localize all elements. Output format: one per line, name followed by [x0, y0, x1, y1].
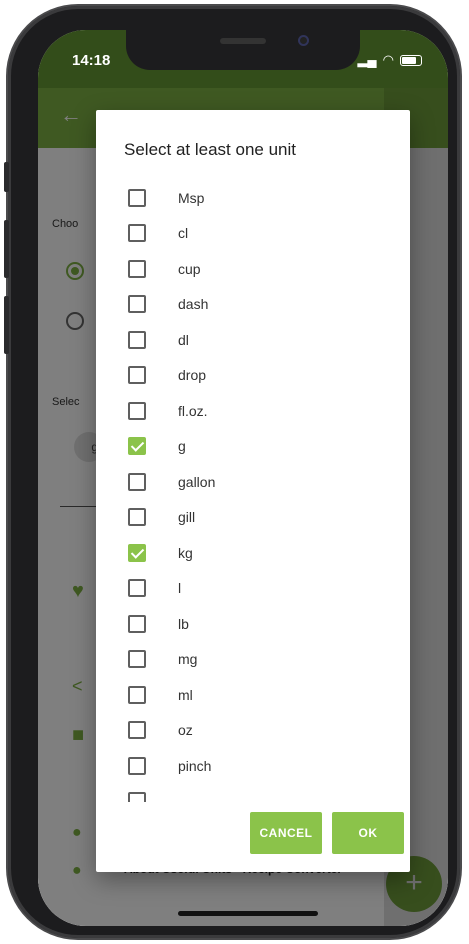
unit-checkbox[interactable] — [128, 401, 146, 420]
dialog-title: Select at least one unit — [124, 140, 297, 159]
unit-checkbox[interactable] — [128, 721, 146, 740]
ok-button[interactable]: OK — [332, 812, 404, 854]
unit-checkbox[interactable] — [128, 224, 146, 243]
unit-label: cl — [178, 225, 189, 242]
volume-up-button — [4, 220, 9, 278]
select-units-dialog: Select at least one unit Msp cl cup dash dl d… — [96, 110, 410, 872]
unit-row[interactable]: kg — [96, 535, 410, 571]
unit-checkbox[interactable] — [128, 650, 146, 669]
unit-checkbox[interactable] — [128, 614, 146, 633]
unit-label: ml — [178, 686, 193, 703]
unit-checkbox[interactable] — [128, 756, 146, 775]
unit-list[interactable]: Msp cl cup dash dl drop fl.oz. g gallon gill kg l lb… — [96, 180, 410, 802]
unit-label: cup — [178, 260, 201, 277]
unit-label: gill — [178, 509, 196, 526]
unit-row[interactable]: dash — [96, 287, 410, 323]
notch — [126, 30, 360, 70]
front-camera — [298, 35, 309, 46]
unit-label: kg — [178, 544, 193, 561]
unit-checkbox[interactable] — [128, 295, 146, 314]
screen: Choo Selec g ♥ < ■ ● ● About Useful Unit… — [38, 30, 448, 926]
unit-checkbox[interactable] — [128, 437, 146, 456]
unit-checkbox[interactable] — [128, 259, 146, 278]
unit-label: oz — [178, 722, 193, 739]
unit-row[interactable]: pinch — [96, 748, 410, 784]
unit-row[interactable]: gill — [96, 500, 410, 536]
unit-checkbox[interactable] — [128, 508, 146, 527]
unit-checkbox[interactable] — [128, 366, 146, 385]
phone-frame: Choo Selec g ♥ < ■ ● ● About Useful Unit… — [4, 6, 460, 938]
unit-checkbox[interactable] — [128, 330, 146, 349]
unit-checkbox[interactable] — [128, 472, 146, 491]
speaker-grille — [220, 38, 266, 44]
unit-label: gallon — [178, 473, 216, 490]
unit-checkbox[interactable] — [128, 188, 146, 207]
unit-row[interactable]: g — [96, 429, 410, 465]
unit-row[interactable] — [96, 784, 410, 802]
unit-row[interactable]: Msp — [96, 180, 410, 216]
unit-row[interactable]: oz — [96, 713, 410, 749]
battery-icon — [400, 54, 422, 66]
unit-label: mg — [178, 651, 198, 668]
unit-row[interactable]: drop — [96, 358, 410, 394]
unit-row[interactable]: l — [96, 571, 410, 607]
unit-row[interactable]: gallon — [96, 464, 410, 500]
unit-row[interactable]: dl — [96, 322, 410, 358]
unit-label: lb — [178, 615, 189, 632]
volume-down-button — [4, 296, 9, 354]
status-time: 14:18 — [72, 52, 111, 69]
unit-row[interactable]: lb — [96, 606, 410, 642]
mute-switch — [4, 162, 9, 192]
unit-label: drop — [178, 367, 207, 384]
unit-label: l — [178, 580, 182, 597]
unit-label: Msp — [178, 189, 205, 206]
unit-checkbox[interactable] — [128, 543, 146, 562]
unit-row[interactable]: ml — [96, 677, 410, 713]
unit-checkbox[interactable] — [128, 792, 146, 802]
unit-label: fl.oz. — [178, 402, 208, 419]
signal-icon: ▂▄ — [357, 52, 377, 67]
unit-checkbox[interactable] — [128, 685, 146, 704]
wifi-icon: ◠ — [382, 52, 394, 67]
unit-row[interactable]: cup — [96, 251, 410, 287]
unit-label: dl — [178, 331, 189, 348]
unit-label: g — [178, 438, 186, 455]
status-icons: ▂▄ ◠ — [357, 52, 422, 68]
unit-label: dash — [178, 296, 209, 313]
cancel-button[interactable]: CANCEL — [250, 812, 322, 854]
unit-label: pinch — [178, 757, 212, 774]
unit-row[interactable]: cl — [96, 216, 410, 252]
unit-row[interactable]: mg — [96, 642, 410, 678]
home-indicator — [178, 911, 318, 916]
unit-row[interactable]: fl.oz. — [96, 393, 410, 429]
unit-checkbox[interactable] — [128, 579, 146, 598]
